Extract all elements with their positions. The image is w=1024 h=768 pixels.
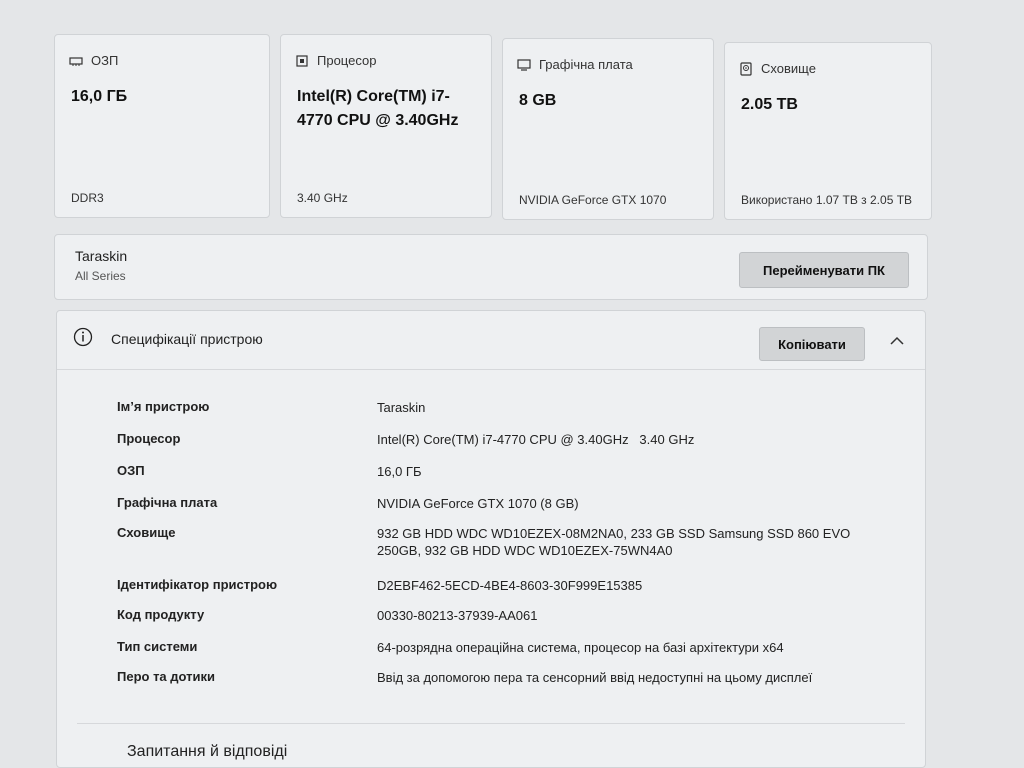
ram-card-type: DDR3: [71, 191, 104, 205]
spec-label: Графічна плата: [117, 495, 218, 510]
processor-icon: [296, 54, 308, 67]
graphics-card: Графічна плата 8 GB NVIDIA GeForce GTX 1…: [502, 38, 714, 220]
storage-card-title: Сховище: [761, 61, 816, 76]
spec-value: D2EBF462-5ECD-4BE4-8603-30F999E15385: [377, 578, 643, 593]
processor-card-title: Процесор: [317, 53, 377, 68]
processor-card-speed: 3.40 GHz: [297, 191, 348, 205]
divider: [77, 723, 905, 724]
processor-card-header: Процесор: [295, 53, 376, 68]
spec-value: Intel(R) Core(TM) i7-4770 CPU @ 3.40GHz …: [377, 432, 695, 447]
storage-card: Сховище 2.05 TB Використано 1.07 TB з 2.…: [724, 42, 932, 220]
storage-card-header: Сховище: [739, 61, 816, 76]
ram-card-header: ОЗП: [69, 53, 118, 68]
graphics-card-title: Графічна плата: [539, 57, 633, 72]
spec-value: 932 GB HDD WDC WD10EZEX-08M2NA0, 233 GB …: [377, 526, 851, 558]
storage-card-value: 2.05 TB: [741, 96, 798, 113]
graphics-card-header: Графічна плата: [517, 57, 633, 72]
spec-label: Ім’я пристрою: [117, 399, 210, 414]
spec-value: NVIDIA GeForce GTX 1070 (8 GB): [377, 496, 579, 511]
copy-button[interactable]: Копіювати: [759, 327, 865, 361]
spec-label: Сховище: [117, 525, 176, 540]
spec-value: Taraskin: [377, 400, 426, 415]
rename-pc-button[interactable]: Перейменувати ПК: [739, 252, 909, 288]
spec-value: 16,0 ГБ: [377, 464, 422, 479]
spec-label: Код продукту: [117, 607, 205, 622]
faq-heading[interactable]: Запитання й відповіді: [127, 743, 287, 761]
spec-label: ОЗП: [117, 463, 145, 478]
display-icon: [517, 58, 531, 71]
storage-icon: [740, 61, 752, 76]
spec-value: 00330-80213-37939-AA061: [377, 608, 538, 623]
spec-label: Процесор: [117, 431, 181, 446]
device-model: All Series: [75, 269, 126, 283]
specifications-header[interactable]: Специфікації пристрою Копіювати: [57, 311, 925, 370]
spec-value: 64-розрядна операційна система, процесор…: [377, 640, 784, 655]
chevron-up-icon[interactable]: [889, 335, 905, 347]
spec-label: Ідентифікатор пристрою: [117, 577, 278, 592]
ram-card: ОЗП 16,0 ГБ DDR3: [54, 34, 270, 218]
device-name: Taraskin: [75, 248, 128, 264]
specifications-title: Специфікації пристрою: [111, 331, 263, 347]
storage-card-usage: Використано 1.07 TB з 2.05 TB: [741, 193, 913, 207]
device-specifications-panel: Специфікації пристрою Копіювати Ім’я при…: [56, 310, 926, 768]
spec-label: Тип системи: [117, 639, 198, 654]
graphics-card-value: 8 GB: [519, 92, 557, 109]
spec-value: Ввід за допомогою пера та сенсорний ввід…: [377, 670, 813, 685]
device-name-section: Taraskin All Series Перейменувати ПК: [54, 234, 928, 300]
memory-icon: [69, 56, 83, 66]
ram-card-value: 16,0 ГБ: [71, 88, 128, 105]
processor-card: Процесор Intel(R) Core(TM) i7-4770 CPU @…: [280, 34, 492, 218]
graphics-card-model: NVIDIA GeForce GTX 1070: [519, 193, 667, 207]
spec-label: Перо та дотики: [117, 669, 216, 684]
info-icon: [73, 327, 93, 347]
processor-card-value: Intel(R) Core(TM) i7-4770 CPU @ 3.40GHz: [297, 88, 459, 129]
ram-card-title: ОЗП: [91, 53, 119, 68]
